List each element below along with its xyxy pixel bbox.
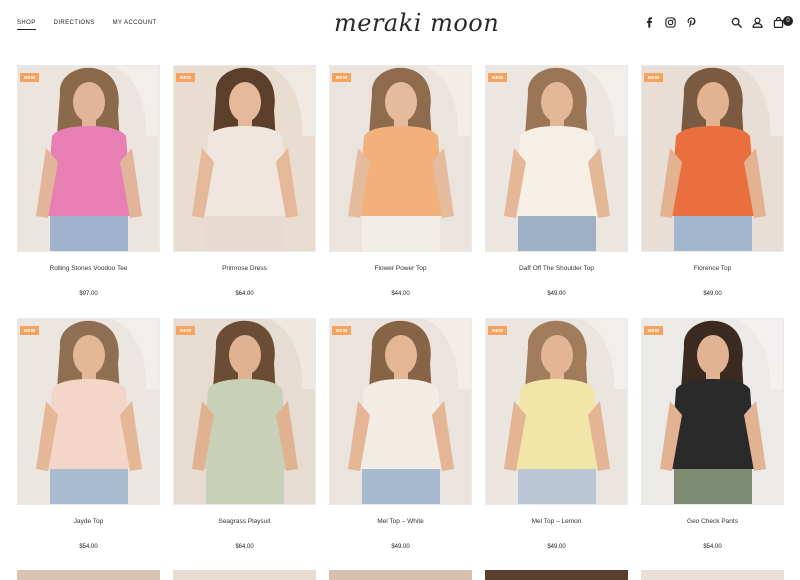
product-price: $64.00 (235, 544, 254, 550)
pinterest-icon[interactable] (686, 17, 697, 28)
product-name[interactable]: Seagrass Playsuit (173, 518, 316, 525)
product-card[interactable]: NEW Jayde Top $54.00 (17, 318, 160, 550)
product-image-peek[interactable] (173, 570, 316, 580)
product-name[interactable]: Flower Power Top (329, 265, 472, 272)
new-badge: NEW (176, 73, 196, 82)
product-image-peek[interactable] (17, 570, 160, 580)
product-name[interactable]: Jayde Top (17, 518, 160, 525)
product-name[interactable]: Mel Top – Lemon (485, 518, 628, 525)
product-image[interactable]: NEW (17, 65, 160, 252)
product-card[interactable]: NEW Geo Check Pants $54.00 (641, 318, 784, 550)
product-image[interactable]: NEW (485, 65, 628, 252)
product-price: $49.00 (703, 291, 722, 297)
account-icon[interactable] (752, 17, 763, 28)
model-photo (486, 66, 627, 251)
product-price: $44.00 (391, 291, 410, 297)
cart-icon[interactable]: 0 (773, 16, 793, 28)
model-photo (18, 66, 159, 251)
product-image[interactable]: NEW (329, 65, 472, 252)
product-price: $54.00 (79, 544, 98, 550)
product-card[interactable]: NEW Flower Power Top $44.00 (329, 65, 472, 297)
product-card[interactable]: NEW Seagrass Playsuit $64.00 (173, 318, 316, 550)
product-image[interactable]: NEW (641, 318, 784, 505)
new-badge: NEW (488, 326, 508, 335)
model-photo (486, 319, 627, 504)
model-photo (330, 319, 471, 504)
product-price: $49.00 (391, 544, 410, 550)
product-price: $64.00 (235, 291, 254, 297)
new-badge: NEW (20, 326, 40, 335)
new-badge: NEW (332, 326, 352, 335)
product-image[interactable]: NEW (173, 318, 316, 505)
new-badge: NEW (332, 73, 352, 82)
product-image-peek[interactable] (485, 570, 628, 580)
product-price: $97.00 (79, 291, 98, 297)
model-photo (330, 66, 471, 251)
product-card[interactable]: NEW Mel Top – Lemon $49.00 (485, 318, 628, 550)
main-nav: SHOP DIRECTIONS MY ACCOUNT (17, 20, 157, 30)
site-header: SHOP DIRECTIONS MY ACCOUNT meraki moon 0 (0, 0, 800, 52)
nav-shop[interactable]: SHOP (17, 20, 36, 30)
product-image[interactable]: NEW (641, 65, 784, 252)
product-name[interactable]: Rolling Stones Voodoo Tee (17, 265, 160, 272)
product-price: $54.00 (703, 544, 722, 550)
product-image[interactable]: NEW (173, 65, 316, 252)
product-card[interactable]: NEW Mel Top – White $49.00 (329, 318, 472, 550)
cart-count-badge: 0 (783, 16, 793, 26)
model-photo (174, 319, 315, 504)
model-photo (642, 319, 783, 504)
product-card[interactable]: NEW Daff Off The Shoulder Top $49.00 (485, 65, 628, 297)
model-photo (642, 66, 783, 251)
brand-logo[interactable]: meraki moon (330, 4, 499, 44)
product-name[interactable]: Daff Off The Shoulder Top (485, 265, 628, 272)
product-price: $49.00 (547, 544, 566, 550)
product-card[interactable]: NEW Rolling Stones Voodoo Tee $97.00 (17, 65, 160, 297)
search-icon[interactable] (731, 17, 742, 28)
new-badge: NEW (644, 326, 664, 335)
new-badge: NEW (488, 73, 508, 82)
product-name[interactable]: Mel Top – White (329, 518, 472, 525)
brand-logo-text: meraki moon (334, 9, 500, 37)
model-photo (174, 66, 315, 251)
nav-directions[interactable]: DIRECTIONS (54, 20, 95, 30)
product-price: $49.00 (547, 291, 566, 297)
product-image[interactable]: NEW (329, 318, 472, 505)
product-image-peek[interactable] (641, 570, 784, 580)
product-image[interactable]: NEW (485, 318, 628, 505)
product-name[interactable]: Primrose Dress (173, 265, 316, 272)
product-image-peek[interactable] (329, 570, 472, 580)
nav-my-account[interactable]: MY ACCOUNT (113, 20, 157, 30)
product-card[interactable]: NEW Florence Top $49.00 (641, 65, 784, 297)
instagram-icon[interactable] (665, 17, 676, 28)
header-icons: 0 (644, 16, 793, 28)
model-photo (18, 319, 159, 504)
new-badge: NEW (20, 73, 40, 82)
new-badge: NEW (176, 326, 196, 335)
facebook-icon[interactable] (644, 17, 655, 28)
product-card[interactable]: NEW Primrose Dress $64.00 (173, 65, 316, 297)
product-name[interactable]: Geo Check Pants (641, 518, 784, 525)
product-name[interactable]: Florence Top (641, 265, 784, 272)
new-badge: NEW (644, 73, 664, 82)
product-image[interactable]: NEW (17, 318, 160, 505)
